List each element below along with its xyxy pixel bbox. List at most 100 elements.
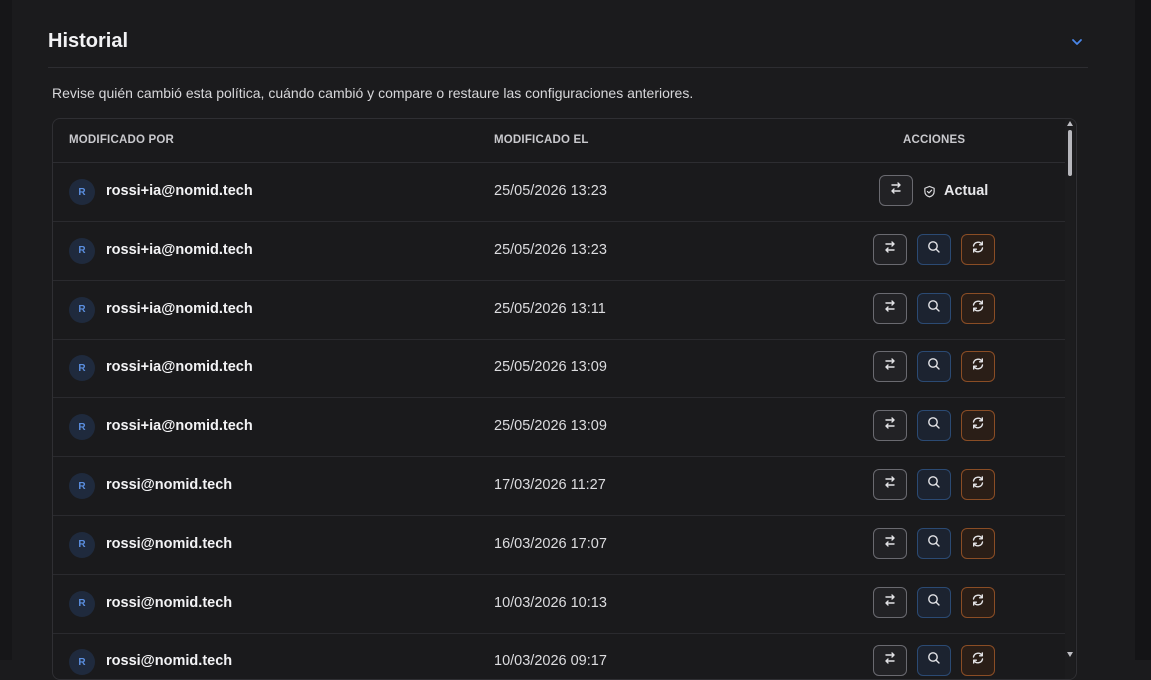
scroll-up-arrow[interactable] <box>1067 121 1073 126</box>
avatar: R <box>69 296 95 323</box>
history-section-header[interactable]: Historial <box>48 24 1088 68</box>
refresh-icon <box>970 474 986 495</box>
column-header-actions: ACCIONES <box>903 134 966 146</box>
compare-button[interactable] <box>873 410 907 442</box>
view-button[interactable] <box>917 233 951 265</box>
compare-button[interactable] <box>873 645 907 677</box>
history-table: MODIFICADO POR MODIFICADO EL ACCIONES Rr… <box>52 118 1077 680</box>
modified-at-date: 25/05/2026 13:23 <box>494 241 607 258</box>
avatar: R <box>69 531 95 558</box>
avatar: R <box>69 414 95 441</box>
modified-at-date: 25/05/2026 13:23 <box>494 183 607 199</box>
refresh-icon <box>970 356 986 377</box>
arrows-swap-icon <box>888 180 904 201</box>
search-icon <box>926 474 942 495</box>
table-row: Rrossi@nomid.tech 10/03/2026 09:17 <box>53 633 1065 679</box>
right-gutter <box>1135 0 1151 660</box>
modified-by-user: rossi+ia@nomid.tech <box>106 183 253 199</box>
compare-button[interactable] <box>873 292 907 324</box>
modified-at-date: 10/03/2026 09:17 <box>494 653 607 670</box>
modified-at-date: 25/05/2026 13:09 <box>494 359 607 376</box>
table-row: Rrossi+ia@nomid.tech 25/05/2026 13:09 <box>53 398 1065 458</box>
restore-button[interactable] <box>961 527 995 559</box>
table-row: Rrossi@nomid.tech 16/03/2026 17:07 <box>53 516 1065 575</box>
modified-by-user: rossi+ia@nomid.tech <box>106 300 253 317</box>
restore-button[interactable] <box>961 233 995 265</box>
history-description: Revise quién cambió esta política, cuánd… <box>52 85 694 101</box>
chevron-down-icon[interactable] <box>1066 32 1088 52</box>
modified-by-user: rossi@nomid.tech <box>106 477 233 493</box>
refresh-icon <box>970 592 986 613</box>
modified-by-user: rossi@nomid.tech <box>106 535 233 552</box>
refresh-icon <box>970 415 986 436</box>
view-button[interactable] <box>917 410 951 442</box>
restore-button[interactable] <box>961 351 995 383</box>
search-icon <box>926 415 942 436</box>
table-row: Rrossi+ia@nomid.tech 25/05/2026 13:23 <box>53 222 1065 281</box>
restore-button[interactable] <box>961 469 995 500</box>
restore-button[interactable] <box>961 292 995 324</box>
search-icon <box>926 239 942 260</box>
view-button[interactable] <box>917 527 951 559</box>
column-header-modified-by: MODIFICADO POR <box>69 134 175 146</box>
compare-button[interactable] <box>873 233 907 265</box>
compare-button[interactable] <box>873 351 907 383</box>
view-button[interactable] <box>917 645 951 677</box>
restore-button[interactable] <box>961 586 995 618</box>
current-version-badge: Actual <box>923 183 988 199</box>
modified-at-date: 17/03/2026 11:27 <box>494 477 606 493</box>
modified-by-user: rossi@nomid.tech <box>106 653 233 670</box>
arrows-swap-icon <box>882 592 898 613</box>
search-icon <box>926 592 942 613</box>
refresh-icon <box>970 533 986 554</box>
modified-at-date: 25/05/2026 13:11 <box>494 300 606 317</box>
scroll-thumb[interactable] <box>1068 130 1072 176</box>
compare-button[interactable] <box>873 586 907 618</box>
left-gutter <box>0 0 12 660</box>
search-icon <box>926 650 942 671</box>
search-icon <box>926 356 942 377</box>
restore-button[interactable] <box>961 410 995 442</box>
table-row: Rrossi+ia@nomid.tech 25/05/2026 13:09 <box>53 339 1065 399</box>
table-row: Rrossi@nomid.tech 10/03/2026 10:13 <box>53 575 1065 634</box>
modified-at-date: 25/05/2026 13:09 <box>494 418 607 435</box>
section-title: Historial <box>48 30 129 52</box>
compare-button[interactable] <box>879 175 913 206</box>
table-row: Rrossi@nomid.tech 17/03/2026 11:27 <box>53 457 1065 516</box>
compare-button[interactable] <box>873 527 907 559</box>
view-button[interactable] <box>917 586 951 618</box>
table-row: Rrossi+ia@nomid.tech 25/05/2026 13:23 Actu… <box>53 163 1065 222</box>
restore-button[interactable] <box>961 645 995 677</box>
arrows-swap-icon <box>882 239 898 260</box>
arrows-swap-icon <box>882 356 898 377</box>
avatar: R <box>69 179 95 205</box>
modified-by-user: rossi+ia@nomid.tech <box>106 241 253 258</box>
shield-check-icon <box>923 185 936 198</box>
avatar: R <box>69 237 95 264</box>
search-icon <box>926 533 942 554</box>
compare-button[interactable] <box>873 469 907 500</box>
arrows-swap-icon <box>882 298 898 319</box>
column-header-modified-at: MODIFICADO EL <box>494 134 589 146</box>
modified-at-date: 10/03/2026 10:13 <box>494 594 607 611</box>
arrows-swap-icon <box>882 650 898 671</box>
refresh-icon <box>970 298 986 319</box>
avatar: R <box>69 473 95 499</box>
table-header: MODIFICADO POR MODIFICADO EL ACCIONES <box>53 119 1065 163</box>
avatar: R <box>69 355 95 382</box>
view-button[interactable] <box>917 469 951 500</box>
scroll-down-arrow[interactable] <box>1067 652 1073 657</box>
view-button[interactable] <box>917 292 951 324</box>
view-button[interactable] <box>917 351 951 383</box>
search-icon <box>926 298 942 319</box>
table-scrollbar[interactable] <box>1065 119 1075 679</box>
modified-by-user: rossi+ia@nomid.tech <box>106 359 253 376</box>
modified-by-user: rossi@nomid.tech <box>106 594 233 611</box>
arrows-swap-icon <box>882 533 898 554</box>
modified-by-user: rossi+ia@nomid.tech <box>106 418 253 435</box>
avatar: R <box>69 590 95 617</box>
avatar: R <box>69 649 95 676</box>
refresh-icon <box>970 650 986 671</box>
table-row: Rrossi+ia@nomid.tech 25/05/2026 13:11 <box>53 281 1065 340</box>
current-label: Actual <box>944 183 989 199</box>
